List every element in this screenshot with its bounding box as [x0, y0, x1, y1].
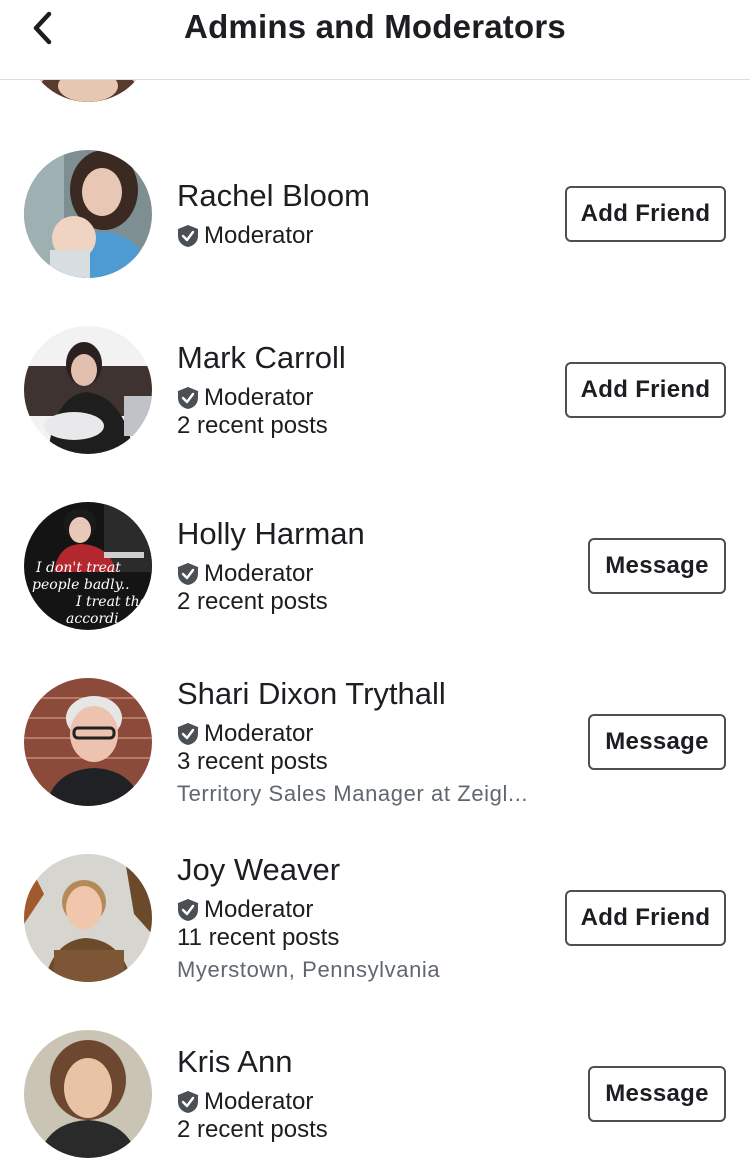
recent-posts: 2 recent posts: [177, 412, 328, 439]
recent-posts: 3 recent posts: [177, 748, 328, 775]
add-friend-button[interactable]: Add Friend: [565, 890, 726, 946]
shield-check-icon: [178, 899, 198, 921]
role-label: Moderator: [177, 720, 313, 748]
avatar[interactable]: [24, 854, 152, 982]
avatar-caption-line: I don't treat: [36, 560, 121, 576]
role-text: Moderator: [204, 560, 314, 587]
member-name[interactable]: Rachel Bloom: [177, 178, 370, 214]
avatar[interactable]: [24, 1030, 152, 1158]
top-bar: Admins and Moderators: [0, 0, 750, 80]
role-label: Moderator: [177, 384, 313, 412]
avatar[interactable]: [24, 678, 152, 806]
message-button[interactable]: Message: [588, 1066, 726, 1122]
role-text: Moderator: [204, 720, 314, 747]
recent-posts: 2 recent posts: [177, 588, 328, 615]
role-text: Moderator: [204, 384, 314, 411]
recent-posts: 11 recent posts: [177, 924, 340, 951]
message-button[interactable]: Message: [588, 714, 726, 770]
member-name[interactable]: Joy Weaver: [177, 852, 340, 888]
avatar[interactable]: I don't treat people badly.. I treat the…: [24, 502, 152, 630]
member-name[interactable]: Mark Carroll: [177, 340, 346, 376]
shield-check-icon: [178, 723, 198, 745]
role-label: Moderator: [177, 560, 313, 588]
avatar-caption-line: people badly..: [32, 577, 130, 593]
avatar-caption-line: accordi: [66, 611, 119, 627]
add-friend-button[interactable]: Add Friend: [565, 362, 726, 418]
avatar-caption-line: I treat the: [76, 594, 148, 610]
member-name[interactable]: Holly Harman: [177, 516, 365, 552]
member-name[interactable]: Shari Dixon Trythall: [177, 676, 446, 712]
message-button[interactable]: Message: [588, 538, 726, 594]
shield-check-icon: [178, 1091, 198, 1113]
role-text: Moderator: [204, 222, 314, 249]
avatar[interactable]: [24, 150, 152, 278]
member-name[interactable]: Kris Ann: [177, 1044, 292, 1080]
member-detail: Territory Sales Manager at Zeigl...: [177, 781, 529, 806]
role-text: Moderator: [204, 1088, 314, 1115]
member-detail: Myerstown, Pennsylvania: [177, 957, 441, 982]
member-list: Rachel Bloom Moderator Add Friend Mark C…: [0, 0, 750, 1164]
add-friend-button[interactable]: Add Friend: [565, 186, 726, 242]
shield-check-icon: [178, 563, 198, 585]
page-title: Admins and Moderators: [184, 8, 566, 45]
role-label: Moderator: [177, 1088, 313, 1116]
avatar[interactable]: [24, 326, 152, 454]
recent-posts: 2 recent posts: [177, 1116, 328, 1143]
role-text: Moderator: [204, 896, 314, 923]
shield-check-icon: [178, 387, 198, 409]
role-label: Moderator: [177, 222, 313, 250]
shield-check-icon: [178, 225, 198, 247]
role-label: Moderator: [177, 896, 313, 924]
